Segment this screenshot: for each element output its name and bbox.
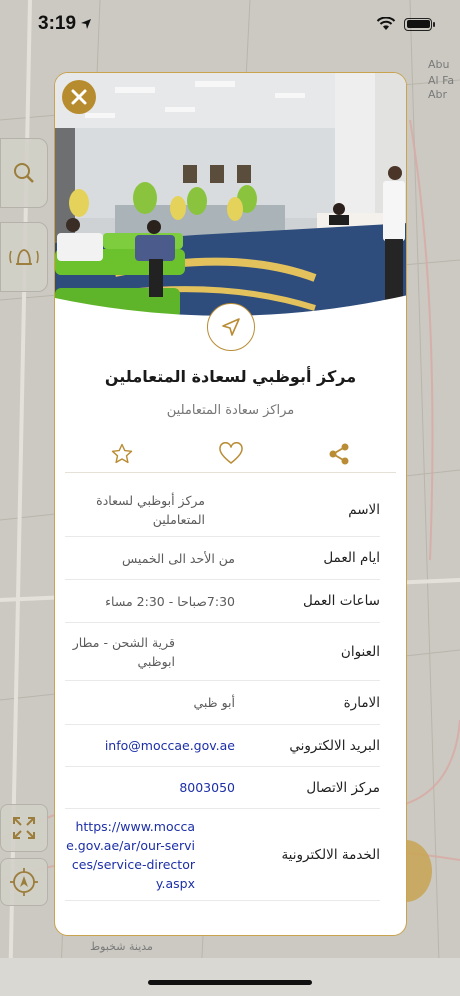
detail-label: ايام العمل [323, 550, 380, 566]
navigate-button[interactable] [207, 303, 255, 351]
wifi-icon [376, 17, 396, 30]
map-label: Al Fa [428, 74, 455, 87]
expand-icon [13, 817, 35, 839]
detail-label: الامارة [343, 694, 380, 711]
bottom-area [0, 958, 460, 996]
locate-button[interactable] [0, 858, 48, 906]
star-icon [111, 443, 133, 463]
location-category: مراكز سعادة المتعاملين [166, 403, 295, 418]
alerts-button[interactable] [0, 222, 48, 292]
map-label: Abu [428, 58, 450, 71]
detail-label: الاسم [348, 501, 380, 518]
like-button[interactable] [218, 441, 244, 467]
location-title: مركز أبوظبي لسعادة المتعاملين [104, 367, 357, 386]
time-text: 3:19 [38, 13, 77, 34]
map-label: Abr [428, 88, 448, 101]
status-bar: 3:19 [0, 0, 460, 48]
battery-icon [404, 17, 435, 31]
detail-row-eservice: https://www.moccae.gov.ae/ar/our-service… [65, 809, 380, 901]
location-photo [55, 73, 406, 325]
detail-value: قرية الشحن - مطار ابوظبي [72, 634, 175, 669]
expand-button[interactable] [0, 804, 48, 852]
status-icons [376, 17, 435, 31]
bell-icon [9, 249, 39, 265]
detail-row-phone: 8003050 مركز الاتصال [65, 767, 380, 809]
search-icon [14, 163, 34, 183]
detail-label: الخدمة الالكترونية [281, 846, 380, 863]
close-button[interactable] [62, 80, 96, 114]
detail-row-hours: 7:30صباحا - 2:30 مساء ساعات العمل [65, 580, 380, 623]
status-time: 3:19 [38, 13, 92, 35]
action-bar [65, 435, 396, 473]
close-icon [71, 89, 87, 105]
details-list: مركز أبوظبي لسعادة المتعاملين الاسم من ا… [65, 483, 380, 901]
share-button[interactable] [326, 441, 352, 467]
detail-value: 7:30صباحا - 2:30 مساء [105, 593, 235, 609]
locate-icon [10, 868, 38, 896]
share-icon [329, 443, 349, 464]
phone-link[interactable]: 8003050 [65, 778, 235, 797]
detail-value: مركز أبوظبي لسعادة المتعاملين [96, 492, 205, 527]
detail-row-name: مركز أبوظبي لسعادة المتعاملين الاسم [65, 483, 380, 537]
favorite-button[interactable] [109, 441, 135, 467]
location-arrow-icon [81, 19, 92, 29]
eservice-link[interactable]: https://www.moccae.gov.ae/ar/our-service… [65, 817, 195, 893]
detail-value: من الأحد الى الخميس [121, 550, 235, 566]
detail-row-address: قرية الشحن - مطار ابوظبي العنوان [65, 623, 380, 681]
email-link[interactable]: info@moccae.gov.ae [65, 736, 235, 755]
heart-icon [218, 441, 243, 464]
detail-label: العنوان [340, 643, 380, 660]
home-indicator[interactable] [148, 980, 312, 985]
detail-label: ساعات العمل [303, 593, 380, 609]
detail-row-emirate: أبو ظبي الامارة [65, 681, 380, 725]
detail-row-email: info@moccae.gov.ae البريد الالكتروني [65, 725, 380, 767]
detail-value: أبو ظبي [193, 695, 235, 710]
search-button[interactable] [0, 138, 48, 208]
location-detail-card: مركز أبوظبي لسعادة المتعاملين مراكز سعاد… [54, 72, 407, 936]
detail-row-days: من الأحد الى الخميس ايام العمل [65, 537, 380, 580]
navigate-icon [222, 318, 240, 336]
map-label: مدينة شخبوط [90, 940, 153, 953]
detail-label: مركز الاتصال [306, 779, 380, 796]
detail-label: البريد الالكتروني [289, 737, 380, 754]
